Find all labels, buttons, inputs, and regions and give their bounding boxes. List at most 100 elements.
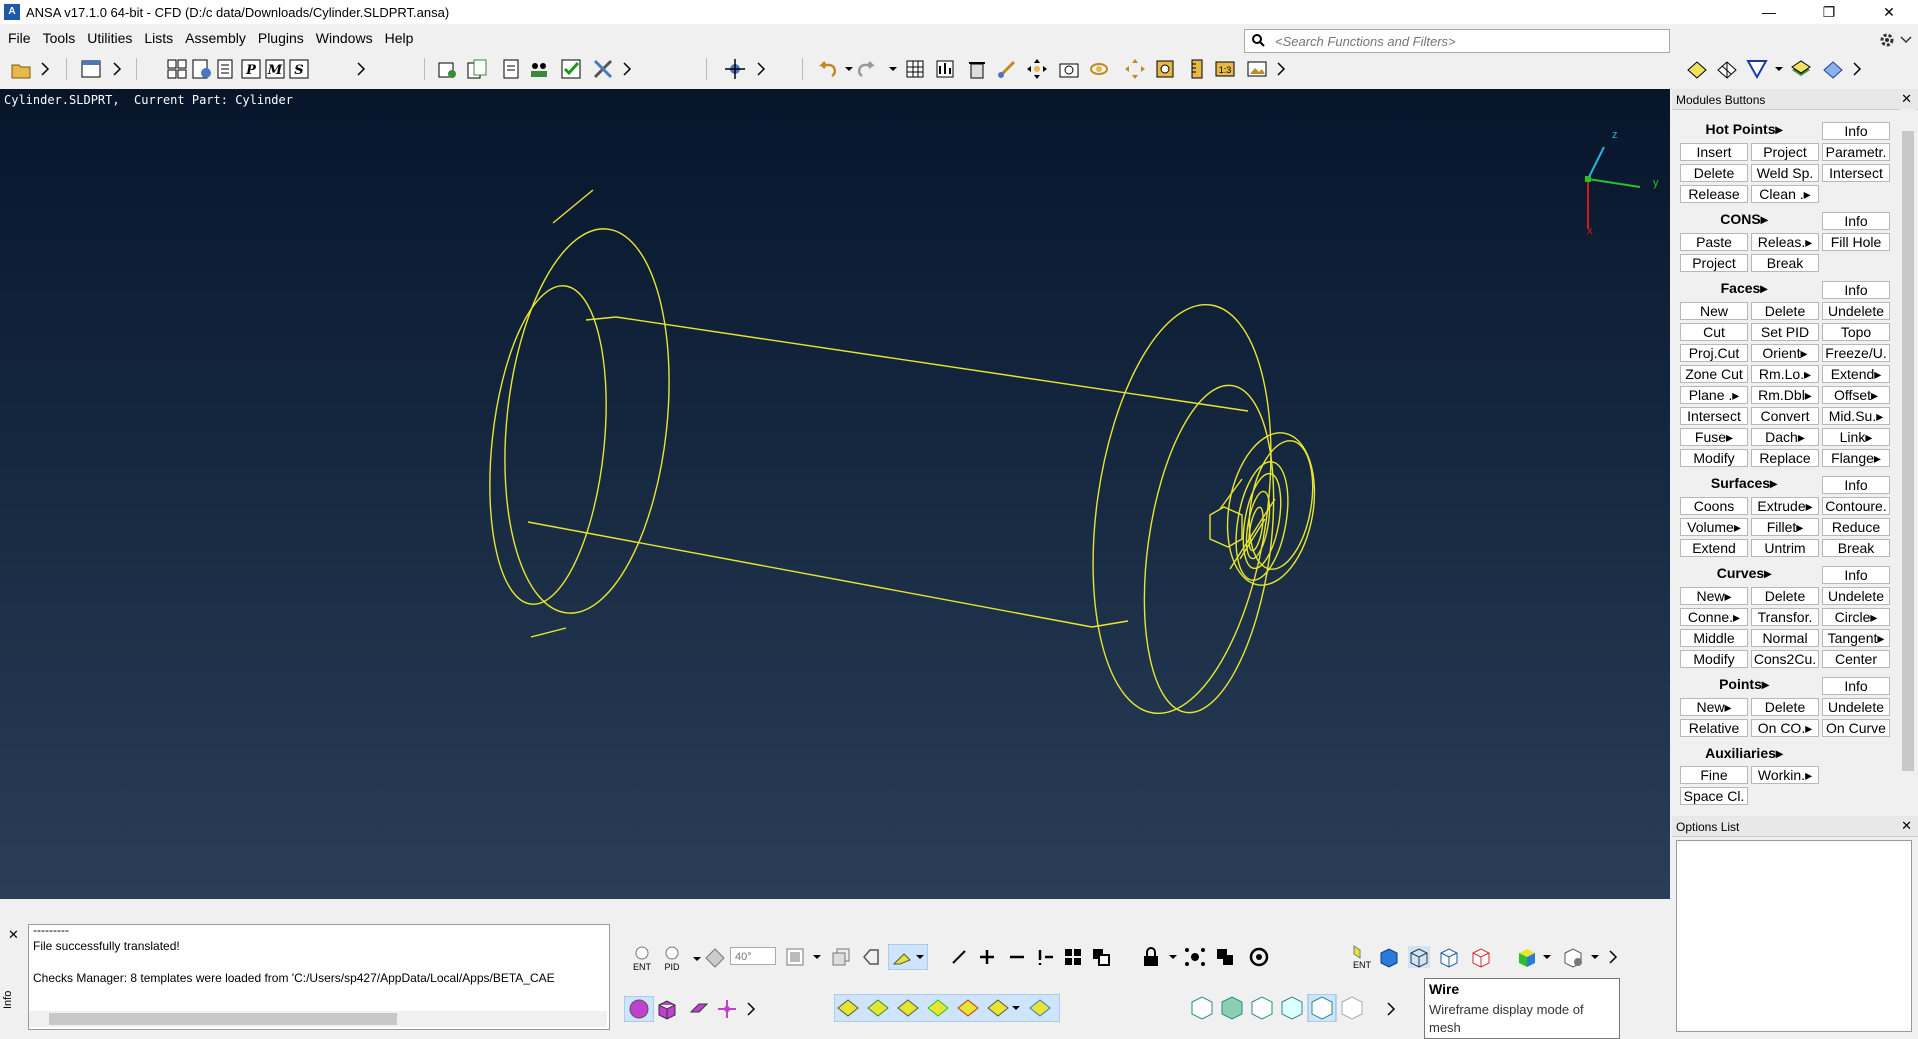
- chevron-down-icon[interactable]: [1900, 36, 1912, 44]
- node-cross-icon[interactable]: [716, 998, 738, 1020]
- ruler-icon[interactable]: [1186, 58, 1208, 80]
- module-button[interactable]: Offset▸: [1822, 386, 1890, 404]
- module-button[interactable]: Cons2Cu.: [1751, 650, 1819, 668]
- mesh-display-group[interactable]: [1188, 994, 1376, 1022]
- grid-icon[interactable]: [904, 58, 926, 80]
- redo-dropdown-icon[interactable]: [882, 58, 904, 80]
- move-icon[interactable]: [1124, 58, 1146, 80]
- delete-icon[interactable]: [966, 58, 988, 80]
- surfaces-info-button[interactable]: Info: [1822, 476, 1890, 494]
- lock-dropdown-icon[interactable]: [1162, 946, 1184, 968]
- nested-squares-icon[interactable]: [1090, 946, 1112, 968]
- graphics-viewport[interactable]: Cylinder.SLDPRT, Current Part: Cylinder: [0, 89, 1670, 899]
- curves-info-button[interactable]: Info: [1822, 566, 1890, 584]
- module-button[interactable]: Paste: [1680, 233, 1748, 251]
- grid-squares-icon[interactable]: [1062, 946, 1084, 968]
- module-button[interactable]: Flange▸: [1822, 449, 1890, 467]
- surface-icon[interactable]: [1686, 58, 1708, 80]
- module-button[interactable]: Freeze/U.: [1822, 344, 1890, 362]
- menu-file[interactable]: File: [0, 28, 37, 48]
- toolbar-expand-icon[interactable]: [106, 58, 128, 80]
- render-settings-icon[interactable]: [1562, 946, 1584, 968]
- wire-mode-icon[interactable]: [1408, 946, 1430, 968]
- part-manager-icon[interactable]: [190, 58, 212, 80]
- s-icon[interactable]: S: [288, 58, 310, 80]
- feature-lines-icon[interactable]: [1470, 946, 1492, 968]
- minimize-button[interactable]: —: [1746, 0, 1792, 24]
- cylinder-wireframe-model[interactable]: [0, 89, 1670, 899]
- faces-info-button[interactable]: Info: [1822, 281, 1890, 299]
- module-button[interactable]: Release: [1680, 185, 1748, 203]
- menu-help[interactable]: Help: [379, 28, 420, 48]
- faces-title[interactable]: Faces▸: [1676, 280, 1812, 297]
- restore-button[interactable]: ❐: [1806, 0, 1852, 24]
- module-button[interactable]: Weld Sp.: [1751, 164, 1819, 182]
- rotate-icon[interactable]: [1088, 58, 1110, 80]
- toolbar-expand-icon[interactable]: [1846, 58, 1868, 80]
- module-button[interactable]: New▸: [1680, 698, 1748, 716]
- points-title[interactable]: Points▸: [1676, 676, 1812, 693]
- highlight-icon[interactable]: [888, 944, 928, 970]
- blocks-icon[interactable]: [1822, 58, 1844, 80]
- module-button[interactable]: Delete: [1751, 587, 1819, 605]
- module-button[interactable]: Replace: [1751, 449, 1819, 467]
- module-button[interactable]: Extend▸: [1822, 365, 1890, 383]
- module-button[interactable]: Contoure.: [1822, 497, 1890, 515]
- module-button[interactable]: Zone Cut: [1680, 365, 1748, 383]
- hot-points-info-button[interactable]: Info: [1822, 122, 1890, 140]
- modules-scrollbar-thumb[interactable]: [1902, 131, 1914, 771]
- module-button[interactable]: Plane .▸: [1680, 386, 1748, 404]
- options-list[interactable]: [1676, 840, 1912, 1032]
- module-button[interactable]: Project: [1751, 143, 1819, 161]
- module-button[interactable]: Convert: [1751, 407, 1819, 425]
- module-button[interactable]: Fuse▸: [1680, 428, 1748, 446]
- cons-title[interactable]: CONS▸: [1676, 211, 1812, 228]
- module-button[interactable]: Parametr.: [1822, 143, 1890, 161]
- points-info-button[interactable]: Info: [1822, 677, 1890, 695]
- camera-icon[interactable]: [1058, 58, 1080, 80]
- funnel-dropdown-icon[interactable]: [1768, 58, 1790, 80]
- sphere-selection-icon[interactable]: [624, 996, 654, 1022]
- menu-assembly[interactable]: Assembly: [179, 28, 252, 48]
- color-dropdown-icon[interactable]: [1536, 946, 1558, 968]
- brush-icon[interactable]: [996, 58, 1018, 80]
- close-icon[interactable]: ✕: [1901, 91, 1912, 107]
- module-button[interactable]: Rm.Dbl▸: [1751, 386, 1819, 404]
- toolbar-expand-icon[interactable]: [616, 58, 638, 80]
- outline-shape-icon[interactable]: [860, 946, 882, 968]
- module-button[interactable]: Undelete: [1822, 302, 1890, 320]
- toolbar-expand-icon[interactable]: [1270, 58, 1292, 80]
- measure-icon[interactable]: [934, 58, 956, 80]
- volume-icon[interactable]: [656, 998, 678, 1020]
- module-button[interactable]: On CO.▸: [1751, 719, 1819, 737]
- entity-selection-icon[interactable]: ENT: [628, 944, 656, 972]
- module-button[interactable]: Insert: [1680, 143, 1748, 161]
- module-button[interactable]: Reduce: [1822, 518, 1890, 536]
- module-button[interactable]: Intersect: [1822, 164, 1890, 182]
- module-button[interactable]: Break: [1751, 254, 1819, 272]
- settings-grid-icon[interactable]: [436, 58, 458, 80]
- feature-angle-input[interactable]: 40°: [730, 947, 776, 965]
- mesh-icon[interactable]: [1716, 58, 1738, 80]
- module-button[interactable]: Space Cl.: [1680, 787, 1748, 805]
- module-button[interactable]: Rm.Lo.▸: [1751, 365, 1819, 383]
- module-button[interactable]: Coons: [1680, 497, 1748, 515]
- gear-icon[interactable]: [1878, 31, 1896, 49]
- redo-icon[interactable]: [856, 58, 878, 80]
- auxiliaries-title[interactable]: Auxiliaries▸: [1676, 745, 1812, 762]
- visibility-box-icon[interactable]: [784, 946, 806, 968]
- menu-tools[interactable]: Tools: [37, 28, 82, 48]
- menu-lists[interactable]: Lists: [138, 28, 179, 48]
- toolbar-expand-icon[interactable]: [350, 58, 372, 80]
- color-cube-icon[interactable]: [1516, 946, 1538, 968]
- module-button[interactable]: Project: [1680, 254, 1748, 272]
- open-folder-icon[interactable]: [10, 58, 32, 80]
- face-selection-icon[interactable]: [688, 998, 710, 1020]
- checkmark-icon[interactable]: [560, 58, 582, 80]
- module-button[interactable]: Extrude▸: [1751, 497, 1819, 515]
- module-button[interactable]: Delete: [1680, 164, 1748, 182]
- module-button[interactable]: Volume▸: [1680, 518, 1748, 536]
- module-button[interactable]: Fine: [1680, 766, 1748, 784]
- pid-selection-icon[interactable]: PID: [658, 944, 686, 972]
- box-dropdown-icon[interactable]: [806, 946, 828, 968]
